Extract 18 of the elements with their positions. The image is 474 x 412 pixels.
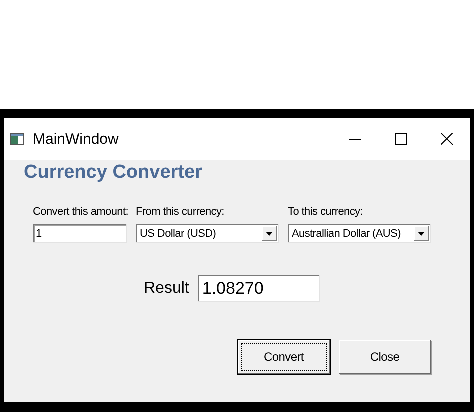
close-icon (441, 133, 453, 145)
window-title: MainWindow (33, 130, 120, 148)
caret-icon (266, 232, 273, 236)
app-heading: Currency Converter (24, 162, 204, 184)
field-label: To this currency: (288, 206, 364, 218)
app-icon (10, 133, 24, 145)
maximize-icon (395, 133, 407, 145)
minimize-icon (349, 138, 361, 140)
caret-icon (418, 232, 425, 236)
field-label: Convert this amount: (33, 206, 127, 218)
field-label: From this currency: (136, 206, 226, 218)
currency-dropdown[interactable]: US Dollar (USD) (136, 224, 279, 243)
convert-button[interactable]: Convert (238, 340, 330, 374)
result-field[interactable]: 1.08270 (198, 275, 320, 302)
currency-dropdown[interactable]: Australlian Dollar (AUS) (288, 224, 431, 243)
close-dialog-button[interactable]: Close (339, 340, 431, 374)
amount-field[interactable]: 1 (33, 224, 127, 243)
result-label: Result (144, 280, 190, 298)
